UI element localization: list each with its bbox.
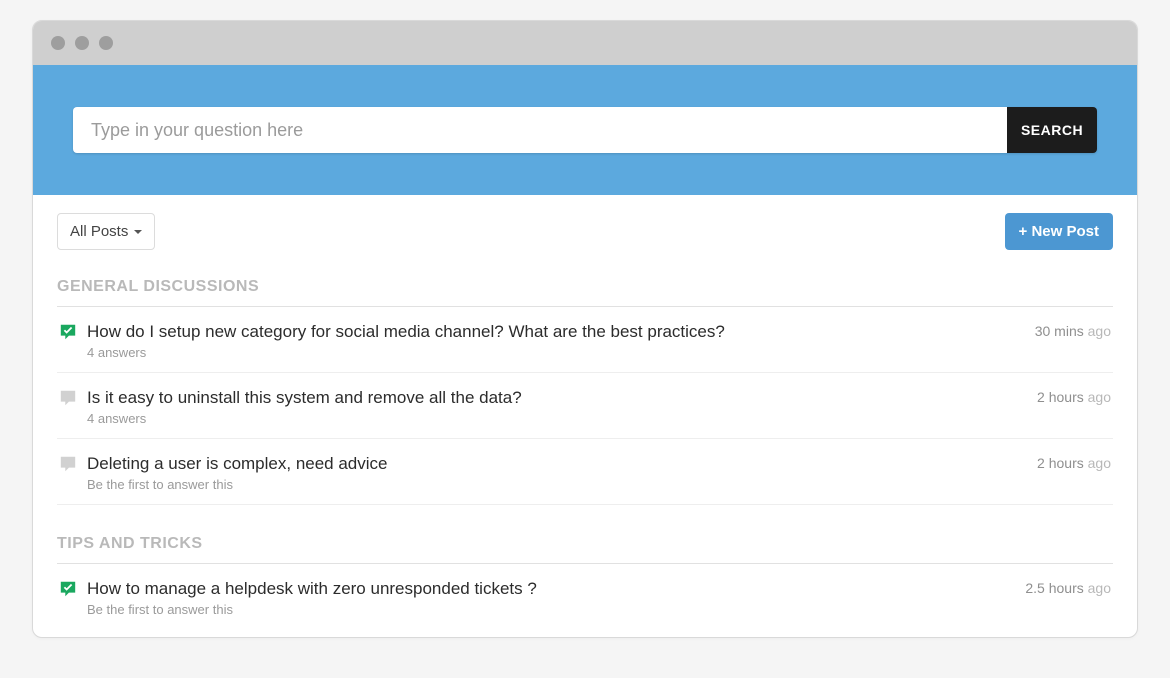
post-row[interactable]: How do I setup new category for social m… <box>57 307 1113 373</box>
post-main: Is it easy to uninstall this system and … <box>87 387 1027 426</box>
post-time: 2 hours ago <box>1037 453 1111 492</box>
new-post-button[interactable]: + New Post <box>1005 213 1113 250</box>
post-time: 2 hours ago <box>1037 387 1111 426</box>
chevron-down-icon <box>134 230 142 234</box>
post-row[interactable]: How to manage a helpdesk with zero unres… <box>57 564 1113 629</box>
answered-check-icon <box>59 580 77 598</box>
search-banner: SEARCH <box>33 65 1137 195</box>
filter-label: All Posts <box>70 223 128 240</box>
browser-window: SEARCH All Posts + New Post GENERAL DISC… <box>32 20 1138 638</box>
post-main: How do I setup new category for social m… <box>87 321 1025 360</box>
post-subtext: 4 answers <box>87 411 1027 426</box>
post-time: 30 mins ago <box>1035 321 1111 360</box>
answered-check-icon <box>59 323 77 341</box>
post-main: How to manage a helpdesk with zero unres… <box>87 578 1015 617</box>
post-title: How to manage a helpdesk with zero unres… <box>87 578 1015 600</box>
post-title: How do I setup new category for social m… <box>87 321 1025 343</box>
comment-icon <box>59 455 77 473</box>
search-button[interactable]: SEARCH <box>1007 107 1097 153</box>
search-input[interactable] <box>73 107 1007 153</box>
post-row[interactable]: Deleting a user is complex, need advice B… <box>57 439 1113 505</box>
post-main: Deleting a user is complex, need advice B… <box>87 453 1027 492</box>
window-dot-2 <box>75 36 89 50</box>
window-dot-1 <box>51 36 65 50</box>
comment-icon <box>59 389 77 407</box>
section-title: GENERAL DISCUSSIONS <box>57 278 1113 306</box>
toolbar: All Posts + New Post <box>33 195 1137 258</box>
section-title: TIPS AND TRICKS <box>57 535 1113 563</box>
post-subtext: Be the first to answer this <box>87 477 1027 492</box>
window-dot-3 <box>99 36 113 50</box>
filter-dropdown[interactable]: All Posts <box>57 213 155 250</box>
post-title: Deleting a user is complex, need advice <box>87 453 1027 475</box>
post-row[interactable]: Is it easy to uninstall this system and … <box>57 373 1113 439</box>
post-subtext: 4 answers <box>87 345 1025 360</box>
content: GENERAL DISCUSSIONS How do I setup new ca… <box>33 258 1137 637</box>
post-time: 2.5 hours ago <box>1025 578 1111 617</box>
post-title: Is it easy to uninstall this system and … <box>87 387 1027 409</box>
search-row: SEARCH <box>73 107 1097 153</box>
post-subtext: Be the first to answer this <box>87 602 1015 617</box>
titlebar <box>33 21 1137 65</box>
